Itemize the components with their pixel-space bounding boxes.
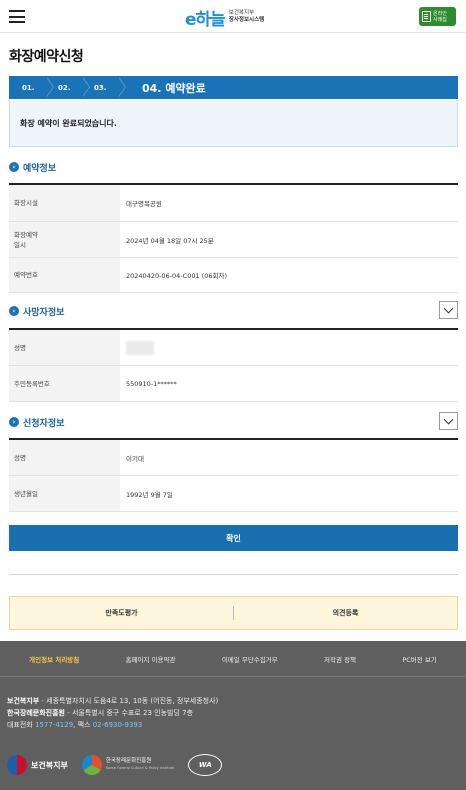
table-row: 예약번호 20240420-06-04-C001 (06회차) <box>9 258 458 293</box>
collapse-toggle-button[interactable] <box>439 301 458 319</box>
chevron-right-circle-icon: › <box>9 417 19 427</box>
chevron-right-circle-icon: › <box>9 306 19 316</box>
web-accessibility-mark-icon: WA <box>188 754 223 776</box>
table-row: 성명 <box>9 330 458 366</box>
applicant-table: 성명 이기대 생년월일 1992년 9월 7일 <box>9 438 458 512</box>
online-casebook-button[interactable]: 온라인 사례집 <box>419 7 456 26</box>
step-current: 04. 예약완료 <box>118 77 457 98</box>
opinion-register-button[interactable]: 의견등록 <box>234 608 457 618</box>
footer-links: 개인정보 처리방침 홈페이지 이용약관 이메일 무단수집거부 저작권 정책 PC… <box>0 641 466 677</box>
masked-name <box>126 340 154 355</box>
table-row: 화장예약 일시 2024년 04월 18일 07시 25분 <box>9 222 458 258</box>
page-title: 화장예약신청 <box>9 49 84 65</box>
complete-message: 화장 예약이 완료되었습니다. <box>9 100 458 147</box>
document-icon <box>422 11 431 22</box>
kfcpi-logo: 한국장례문화진흥원 Korea Funeral Culture & Policy… <box>81 755 174 775</box>
satisfaction-survey-button[interactable]: 만족도평가 <box>10 608 233 618</box>
phone-number[interactable]: 1577-4129 <box>35 721 73 729</box>
confirm-button[interactable]: 확인 <box>9 525 458 551</box>
footer-link-pc-version[interactable]: PC버전 보기 <box>402 654 436 664</box>
taegeuk-icon <box>7 755 27 775</box>
section-title: 사망자정보 <box>23 307 65 318</box>
footer: 개인정보 처리방침 홈페이지 이용약관 이메일 무단수집거부 저작권 정책 PC… <box>0 641 466 790</box>
step-1: 01. <box>10 77 54 98</box>
footer-logos: 보건복지부 한국장례문화진흥원 Korea Funeral Culture & … <box>7 754 223 776</box>
hamburger-menu-icon[interactable] <box>9 10 25 23</box>
section-title: 예약정보 <box>23 163 57 174</box>
reservation-table: 화장시설 대구명복공원 화장예약 일시 2024년 04월 18일 07시 25… <box>9 183 458 293</box>
site-logo[interactable]: e하늘 보건복지부 장사정보시스템 <box>185 6 265 30</box>
divider <box>9 574 458 575</box>
table-row: 주민등록번호 550910-1****** <box>9 366 458 402</box>
section-title: 신청자정보 <box>23 418 65 429</box>
footer-link-copyright[interactable]: 저작권 정책 <box>324 654 356 664</box>
section-applicant: › 신청자정보 <box>9 412 458 431</box>
table-row: 성명 이기대 <box>9 440 458 476</box>
mohw-logo: 보건복지부 <box>7 755 68 775</box>
kfcpi-emblem-icon <box>81 755 102 775</box>
section-deceased: › 사망자정보 <box>9 301 458 320</box>
table-row: 화장시설 대구명복공원 <box>9 185 458 222</box>
table-row: 생년월일 1992년 9월 7일 <box>9 476 458 512</box>
logo-line2: 장사정보시스템 <box>228 17 265 23</box>
section-reservation: › 예약정보 <box>9 158 458 176</box>
logo-mark: e하늘 <box>185 9 226 30</box>
fax-number: 02-6930-9393 <box>92 721 143 729</box>
survey-bar: 만족도평가 의견등록 <box>9 596 458 630</box>
chevron-right-circle-icon: › <box>9 162 19 172</box>
logo-line1: 보건복지부 <box>228 10 255 16</box>
step-indicator: 01. 02. 03. 04. 예약완료 <box>9 76 458 99</box>
footer-info: 보건복지부 - 세종특별자치시 도움4로 13, 10동 (어진동, 정부세종청… <box>7 697 219 729</box>
footer-link-email-refusal[interactable]: 이메일 무단수집거부 <box>222 654 278 664</box>
deceased-table: 성명 주민등록번호 550910-1****** <box>9 328 458 402</box>
footer-link-terms[interactable]: 홈페이지 이용약관 <box>126 654 176 664</box>
footer-link-privacy[interactable]: 개인정보 처리방침 <box>29 654 79 664</box>
collapse-toggle-button[interactable] <box>439 412 458 430</box>
top-header: e하늘 보건복지부 장사정보시스템 온라인 사례집 <box>0 0 466 33</box>
